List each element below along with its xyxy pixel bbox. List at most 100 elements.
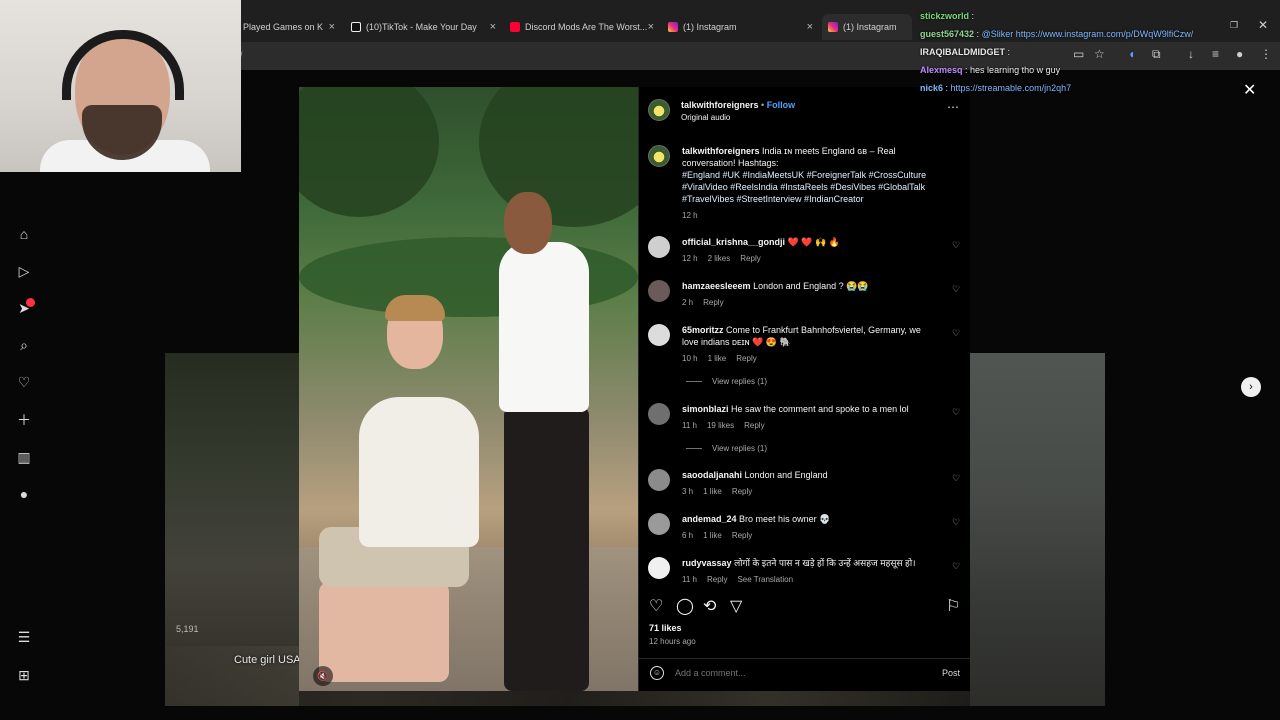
comment-username[interactable]: saoodaljanahi <box>682 470 742 480</box>
bookmark-star-icon[interactable]: ☆ <box>1094 47 1105 61</box>
like-comment-icon[interactable]: ♡ <box>952 240 960 251</box>
playlist-icon[interactable]: ≡ <box>1212 47 1219 61</box>
repost-icon[interactable]: ⟲ <box>703 596 716 616</box>
reply-button[interactable]: Reply <box>703 298 723 307</box>
follow-button[interactable]: Follow <box>767 100 796 110</box>
audio-label[interactable]: Original audio <box>681 112 730 124</box>
like-comment-icon[interactable]: ♡ <box>952 561 960 572</box>
close-tab-icon[interactable]: × <box>329 21 335 33</box>
next-arrow-icon[interactable]: › <box>1241 377 1261 397</box>
comment-meta: 11 h Reply See Translation <box>682 575 793 584</box>
author-avatar[interactable] <box>648 99 670 121</box>
close-tab-icon[interactable]: × <box>648 21 654 33</box>
mute-icon[interactable]: 🔇 <box>313 666 333 686</box>
dashboard-icon[interactable]: ▥ <box>16 449 32 465</box>
tab-instagram-1[interactable]: (1) Instagram × <box>668 14 813 40</box>
cast-icon[interactable]: ▭ <box>1073 47 1084 61</box>
view-replies-button[interactable]: View replies (1) <box>686 377 767 386</box>
create-icon[interactable]: ＋ <box>16 412 32 428</box>
comment-likes[interactable]: 1 like <box>708 354 727 363</box>
close-window-icon[interactable]: ✕ <box>1258 18 1268 32</box>
like-comment-icon[interactable]: ♡ <box>952 473 960 484</box>
comment-avatar[interactable] <box>648 557 670 579</box>
reels-icon[interactable]: ▷ <box>16 263 32 279</box>
comment-avatar[interactable] <box>648 280 670 302</box>
caption-hashtags[interactable]: #England #UK #IndiaMeetsUK #ForeignerTal… <box>682 170 926 204</box>
comment-likes[interactable]: 1 like <box>703 531 722 540</box>
reply-button[interactable]: Reply <box>732 487 752 496</box>
more-menu-icon[interactable]: ⋮ <box>1260 47 1272 61</box>
reply-button[interactable]: Reply <box>707 575 727 584</box>
likes-count[interactable]: 71 likes <box>649 623 682 633</box>
close-icon[interactable]: ✕ <box>1243 80 1256 100</box>
like-comment-icon[interactable]: ♡ <box>952 328 960 339</box>
comment-time: 6 h <box>682 531 694 540</box>
view-replies-button[interactable]: View replies (1) <box>686 444 767 453</box>
tab-instagram-active[interactable]: (1) Instagram <box>822 14 912 40</box>
home-icon[interactable]: ⌂ <box>16 226 32 242</box>
comment-avatar[interactable] <box>648 403 670 425</box>
like-comment-icon[interactable]: ♡ <box>952 284 960 295</box>
caption-username[interactable]: talkwithforeigners <box>682 146 760 156</box>
comment-username[interactable]: simonblazi <box>682 404 729 414</box>
comment-avatar[interactable] <box>648 324 670 346</box>
comment-likes[interactable]: 2 likes <box>708 254 731 263</box>
more-options-icon[interactable]: ⋯ <box>947 100 959 114</box>
headset <box>62 30 184 100</box>
profile-avatar-icon[interactable]: ● <box>16 486 32 502</box>
view-replies-label[interactable]: View replies (1) <box>712 377 767 386</box>
author-username[interactable]: talkwithforeigners <box>681 100 759 110</box>
profile-icon[interactable]: ● <box>1236 47 1243 61</box>
next-reel-preview[interactable] <box>970 353 1105 706</box>
see-translation-button[interactable]: See Translation <box>737 575 793 584</box>
apps-icon[interactable]: ⊞ <box>16 667 32 683</box>
heart-icon[interactable]: ♡ <box>16 374 32 390</box>
comment-username[interactable]: 65moritzz <box>682 325 724 335</box>
comment-time: 2 h <box>682 298 694 307</box>
comment-likes[interactable]: 1 like <box>703 487 722 496</box>
search-icon[interactable]: ⌕ <box>16 337 32 353</box>
like-icon[interactable]: ♡ <box>649 596 663 616</box>
tiktok-icon <box>351 22 361 32</box>
comment-text: saoodaljanahi London and England <box>682 469 932 481</box>
comment-text: 65moritzz Come to Frankfurt Bahnhofsvier… <box>682 324 934 348</box>
like-comment-icon[interactable]: ♡ <box>952 407 960 418</box>
reel-video[interactable] <box>299 87 638 691</box>
close-tab-icon[interactable]: × <box>807 21 813 33</box>
reply-button[interactable]: Reply <box>744 421 764 430</box>
reply-button[interactable]: Reply <box>740 254 760 263</box>
tab-tiktok[interactable]: (10)TikTok - Make Your Day × <box>351 14 496 40</box>
extensions-icon[interactable]: ⧉ <box>1152 47 1161 62</box>
reply-button[interactable]: Reply <box>732 531 752 540</box>
restore-window-icon[interactable]: ❐ <box>1230 20 1238 31</box>
tab-label: Played Games on K <box>243 22 324 32</box>
chat-link[interactable]: https://streamable.com/jn2qh7 <box>951 83 1072 93</box>
media-icon[interactable]: ◖ <box>1128 47 1135 61</box>
tab-kick[interactable]: Played Games on K × <box>243 14 335 40</box>
author-avatar[interactable] <box>648 145 670 167</box>
comment-username[interactable]: official_krishna__gondji <box>682 237 785 247</box>
comment-avatar[interactable] <box>648 469 670 491</box>
tab-youtube[interactable]: Discord Mods Are The Worst... × <box>510 14 654 40</box>
comment-input[interactable] <box>675 668 905 678</box>
menu-icon[interactable]: ☰ <box>16 629 32 645</box>
chat-link[interactable]: @Sliker https://www.instagram.com/p/DWqW… <box>982 29 1194 39</box>
comment-avatar[interactable] <box>648 513 670 535</box>
comment-avatar[interactable] <box>648 236 670 258</box>
post-comment-button[interactable]: Post <box>942 668 960 678</box>
view-replies-label[interactable]: View replies (1) <box>712 444 767 453</box>
comment-meta: 6 h 1 like Reply <box>682 531 752 540</box>
comment-icon[interactable]: ◯ <box>676 596 694 616</box>
reply-button[interactable]: Reply <box>736 354 756 363</box>
emoji-icon[interactable]: ☺ <box>650 666 664 680</box>
like-comment-icon[interactable]: ♡ <box>952 517 960 528</box>
comment-username[interactable]: rudyvassay <box>682 558 732 568</box>
download-icon[interactable]: ↓ <box>1188 47 1194 61</box>
divider-line <box>686 448 702 449</box>
close-tab-icon[interactable]: × <box>490 21 496 33</box>
share-icon[interactable]: ▽ <box>730 596 742 616</box>
save-bookmark-icon[interactable]: ⚐ <box>946 596 960 616</box>
comment-username[interactable]: hamzaeesleeem <box>682 281 751 291</box>
comment-username[interactable]: andemad_24 <box>682 514 737 524</box>
comment-likes[interactable]: 19 likes <box>707 421 734 430</box>
